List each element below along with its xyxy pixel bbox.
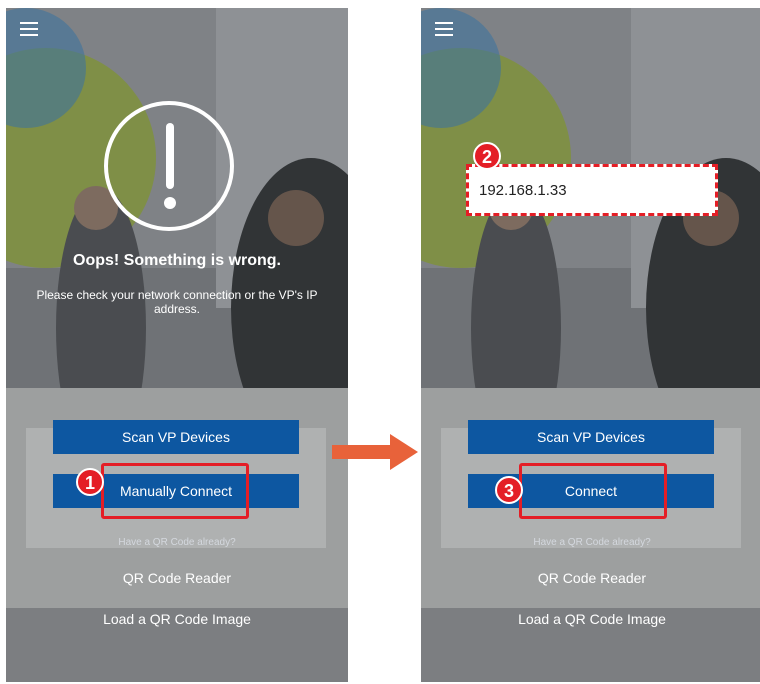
step-2-badge: 2 — [473, 142, 501, 170]
error-title: Oops! Something is wrong. — [73, 252, 281, 269]
load-qr-image-link[interactable]: Load a QR Code Image — [6, 611, 348, 627]
exclamation-circle-icon — [104, 101, 234, 231]
phone-screen-connect: 2 Scan VP Devices Connect Have a QR Code… — [421, 8, 760, 682]
scan-vp-devices-button[interactable]: Scan VP Devices — [53, 420, 299, 454]
step-3-badge: 3 — [495, 476, 523, 504]
qr-code-reader-link[interactable]: QR Code Reader — [421, 570, 760, 586]
error-message: Please check your network connection or … — [36, 288, 318, 316]
step-1-badge: 1 — [76, 468, 104, 496]
step-3-highlight — [519, 463, 667, 519]
load-qr-image-link[interactable]: Load a QR Code Image — [421, 611, 760, 627]
qr-hint-text: Have a QR Code already? — [533, 537, 651, 548]
step-1-highlight — [101, 463, 249, 519]
qr-hint-text: Have a QR Code already? — [118, 537, 236, 548]
hamburger-menu-icon[interactable] — [20, 22, 38, 36]
scan-vp-devices-button[interactable]: Scan VP Devices — [468, 420, 714, 454]
ip-address-field-frame — [466, 164, 718, 216]
right-arrow-icon — [332, 434, 418, 470]
hamburger-menu-icon[interactable] — [435, 22, 453, 36]
ip-address-input[interactable] — [479, 179, 709, 201]
qr-code-reader-link[interactable]: QR Code Reader — [6, 570, 348, 586]
phone-screen-error: Oops! Something is wrong. Please check y… — [6, 8, 348, 682]
